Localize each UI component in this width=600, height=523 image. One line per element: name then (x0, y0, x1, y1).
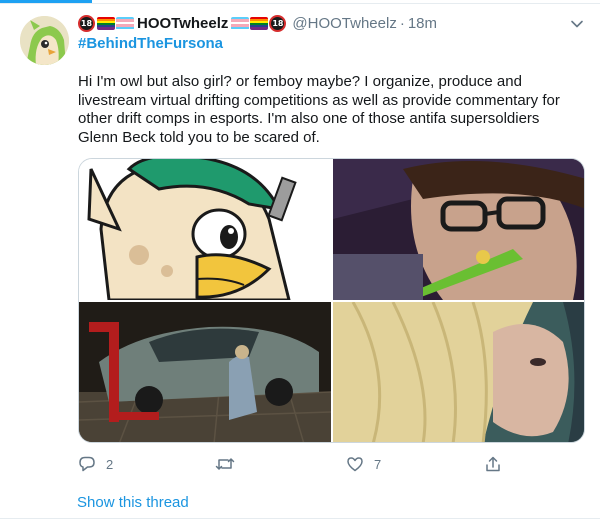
timestamp[interactable]: 18m (408, 15, 437, 32)
tweet-header: 18 HOOTwheelz 18 @HOOTwheelz · 18m (78, 13, 437, 33)
retweet-icon (215, 458, 235, 470)
age-18-badge-icon: 18 (269, 14, 287, 32)
trans-flag-icon (116, 16, 134, 30)
reply-count: 2 (106, 456, 114, 472)
like-count: 7 (374, 456, 382, 472)
like-button[interactable]: 7 (346, 455, 381, 473)
show-thread-link[interactable]: Show this thread (77, 494, 189, 511)
car-garage-image[interactable] (79, 302, 331, 442)
media-grid (78, 158, 585, 443)
tweet-text: Hi I'm owl but also girl? or femboy mayb… (78, 73, 560, 146)
time-separator: · (399, 14, 405, 32)
share-button[interactable] (484, 455, 502, 473)
tweet-actions: 2 7 (78, 455, 585, 477)
trans-flag-icon (231, 16, 250, 30)
owl-cartoon-image[interactable] (79, 159, 331, 300)
reply-icon (79, 456, 95, 472)
share-icon (486, 456, 500, 472)
display-name[interactable]: HOOTwheelz (137, 15, 228, 32)
user-handle[interactable]: @HOOTwheelz (292, 15, 396, 32)
hashtag-link[interactable]: #BehindTheFursona (78, 35, 223, 52)
avatar[interactable] (20, 16, 69, 65)
age-18-badge-icon: 18 (78, 14, 95, 32)
like-icon (347, 457, 363, 472)
selfie-glasses-image[interactable] (333, 159, 584, 300)
bottom-divider (0, 518, 600, 519)
blonde-hair-selfie-image[interactable] (333, 302, 584, 442)
reply-button[interactable]: 2 (78, 455, 113, 473)
rainbow-flag-icon (97, 16, 115, 30)
rainbow-flag-icon (250, 16, 269, 30)
retweet-button[interactable] (215, 455, 245, 473)
chevron-down-icon[interactable] (569, 16, 585, 32)
tweet[interactable]: 18 HOOTwheelz 18 @HOOTwheelz · 18m #Behi… (0, 4, 600, 523)
